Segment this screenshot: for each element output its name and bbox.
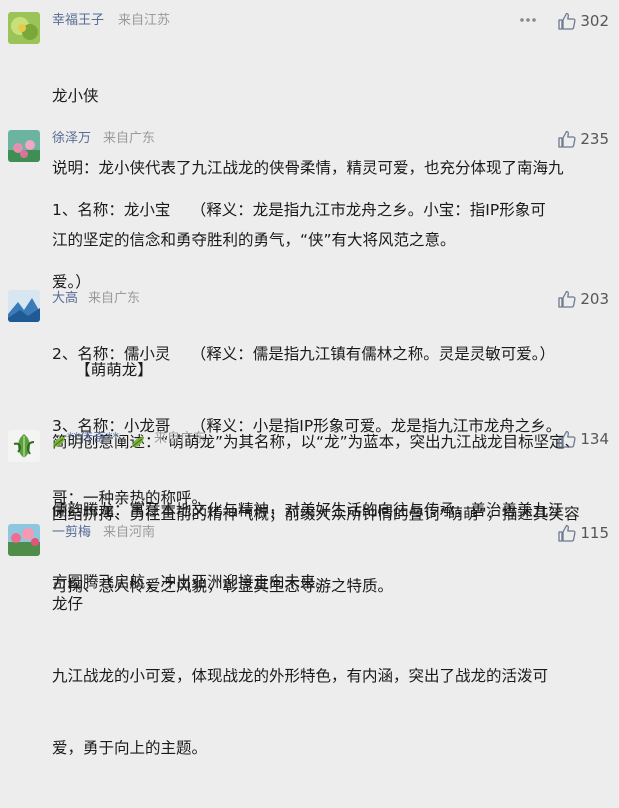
- like-count: 134: [580, 430, 609, 448]
- comment-line: 爱，勇于向上的主题。: [52, 739, 208, 757]
- avatar[interactable]: [8, 12, 40, 44]
- like-button[interactable]: 235: [557, 129, 609, 149]
- comment-line: 九江战龙的小可爱，体现战龙的外形特色，有内涵，突出了战龙的活泼可: [52, 667, 549, 685]
- location-label: 来自广东: [103, 131, 156, 146]
- username[interactable]: **传奇**: [67, 430, 119, 448]
- thumbs-up-icon: [557, 289, 580, 309]
- username[interactable]: 徐泽万: [52, 130, 91, 148]
- avatar[interactable]: [8, 430, 40, 462]
- like-count: 302: [580, 12, 609, 30]
- location-label: 来自河南: [103, 525, 156, 540]
- location-label: 来自广东: [88, 291, 141, 306]
- like-button[interactable]: 115: [557, 523, 609, 543]
- thumbs-up-icon: [557, 129, 580, 149]
- username[interactable]: 幸福王子: [52, 12, 104, 30]
- location-label: 来自江苏: [118, 13, 171, 28]
- more-options-icon[interactable]: [518, 10, 538, 28]
- avatar[interactable]: [8, 290, 40, 322]
- comment-line: 儒韵腾龙：寓意本地文化与精神，对美好生活的向往与传承，善治善美九江: [52, 501, 564, 519]
- comment-text: 龙仔 九江战龙的小可爱，体现战龙的外形特色，有内涵，突出了战龙的活泼可 爱，勇于…: [52, 544, 612, 808]
- like-button[interactable]: 134: [557, 429, 609, 449]
- comment-line: 【萌萌龙】: [52, 361, 153, 379]
- like-button[interactable]: 203: [557, 289, 609, 309]
- comment-line: 龙小侠: [52, 87, 99, 105]
- thumbs-up-icon: [557, 11, 580, 31]
- thumbs-up-icon: [557, 429, 580, 449]
- comment-line: 1、名称：龙小宝 （释义：龙是指九江市龙舟之乡。小宝：指IP形象可: [52, 201, 546, 219]
- thumbs-up-icon: [557, 523, 580, 543]
- username[interactable]: 大高: [52, 290, 78, 308]
- username[interactable]: 一剪梅: [52, 524, 91, 542]
- like-count: 115: [580, 524, 609, 542]
- like-button[interactable]: 302: [557, 11, 609, 31]
- location-label: 来自广东: [154, 431, 207, 446]
- like-count: 203: [580, 290, 609, 308]
- like-count: 235: [580, 130, 609, 148]
- avatar[interactable]: [8, 524, 40, 556]
- avatar[interactable]: [8, 130, 40, 162]
- comment-line: 龙仔: [52, 595, 84, 613]
